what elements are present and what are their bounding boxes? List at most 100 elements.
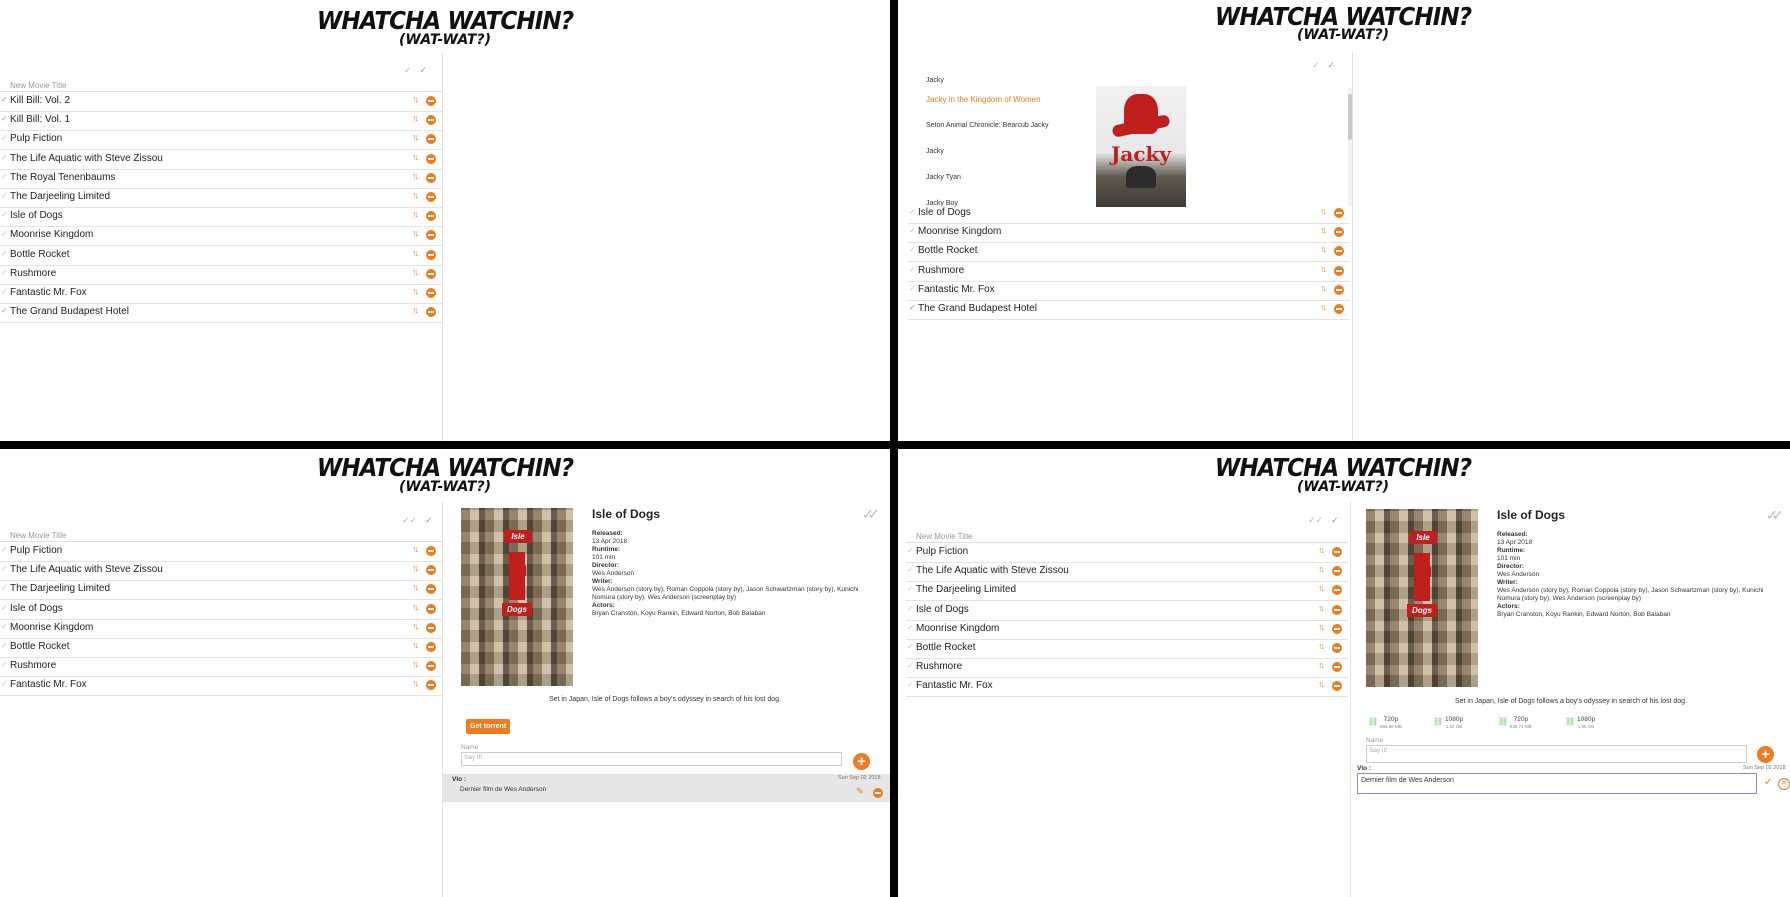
movie-title[interactable]: Fantastic Mr. Fox xyxy=(10,287,87,298)
watched-check-icon[interactable]: ✓ xyxy=(907,546,914,555)
remove-movie-icon[interactable] xyxy=(426,115,436,126)
movie-title[interactable]: Isle of Dogs xyxy=(10,603,63,614)
watched-check-icon[interactable]: ✓ xyxy=(907,565,914,574)
save-comment-icon[interactable]: ✓ xyxy=(1764,777,1772,788)
movie-title[interactable]: The Life Aquatic with Steve Zissou xyxy=(916,565,1069,576)
movie-row[interactable]: ✓ Rushmore ↑↓ xyxy=(906,658,1348,679)
torrent-option[interactable]: 720p 835.71 MB xyxy=(1510,716,1532,730)
movie-row[interactable]: ✓ Moonrise Kingdom ↑↓ xyxy=(0,619,442,639)
movie-title[interactable]: Pulp Fiction xyxy=(10,545,62,556)
remove-movie-icon[interactable] xyxy=(426,288,436,298)
watched-check-icon[interactable]: ✓ xyxy=(1,153,8,162)
delete-comment-button[interactable] xyxy=(873,788,883,798)
watched-check-icon[interactable]: ✓ xyxy=(909,265,916,274)
watched-check-icon[interactable]: ✓ xyxy=(907,623,914,632)
watched-check-icon[interactable]: ✓ xyxy=(1,545,8,554)
watched-check-icon[interactable]: ✓ xyxy=(1,114,8,123)
sort-arrows-icon[interactable]: ↑↓ xyxy=(412,305,419,315)
movie-row[interactable]: ✓ Isle of Dogs ↑↓ xyxy=(908,204,1350,224)
movie-row[interactable]: ✓ Moonrise Kingdom ↑↓ xyxy=(908,223,1350,244)
sort-arrows-icon[interactable]: ↑↓ xyxy=(1320,283,1327,293)
torrent-option[interactable]: 720p 866.98 MB xyxy=(1380,716,1402,730)
sort-arrows-icon[interactable]: ↑↓ xyxy=(1318,583,1325,593)
watched-check-icon[interactable]: ✓ xyxy=(909,303,916,312)
movie-row[interactable]: ✓ Pulp Fiction ↑↓ xyxy=(906,543,1348,563)
movie-title[interactable]: Rushmore xyxy=(10,660,56,671)
movie-row[interactable]: ✓ Rushmore ↑↓ xyxy=(0,265,442,285)
sort-arrows-icon[interactable]: ↑↓ xyxy=(412,544,419,554)
sort-arrows-icon[interactable]: ↑↓ xyxy=(412,190,419,200)
movie-row[interactable]: ✓ Rushmore ↑↓ xyxy=(0,657,442,678)
filter-unwatched-icon[interactable]: ✓ xyxy=(1312,60,1320,70)
sort-arrows-icon[interactable]: ↑↓ xyxy=(412,582,419,592)
movie-row[interactable]: ✓ The Darjeeling Limited ↑↓ xyxy=(0,188,442,208)
movie-title[interactable]: The Life Aquatic with Steve Zissou xyxy=(10,564,163,575)
watched-check-icon[interactable]: ✓ xyxy=(1,622,8,631)
watched-check-icon[interactable]: ✓ xyxy=(1,172,8,181)
watched-check-icon[interactable]: ✓ xyxy=(1,133,8,142)
watched-toggle-icon[interactable]: ✓✓ xyxy=(1766,507,1784,524)
remove-movie-icon[interactable] xyxy=(1332,585,1342,596)
movie-row[interactable]: ✓ The Life Aquatic with Steve Zissou ↑↓ xyxy=(0,561,442,582)
movie-row[interactable]: ✓ Kill Bill: Vol. 1 ↑↓ xyxy=(0,111,442,132)
watched-check-icon[interactable]: ✓ xyxy=(1,95,8,104)
comment-input[interactable]: Say it! xyxy=(1366,745,1747,763)
movie-title[interactable]: Moonrise Kingdom xyxy=(916,623,999,634)
movie-title[interactable]: Fantastic Mr. Fox xyxy=(918,284,995,295)
movie-title[interactable]: Rushmore xyxy=(916,661,962,672)
movie-row[interactable]: ✓ The Life Aquatic with Steve Zissou ↑↓ xyxy=(0,150,442,170)
movie-title[interactable]: The Darjeeling Limited xyxy=(916,584,1016,595)
movie-title[interactable]: Rushmore xyxy=(10,268,56,279)
suggestion-item[interactable]: Seton Animal Chronicle: Bearcub Jacky xyxy=(926,122,1049,129)
add-comment-button[interactable]: + xyxy=(1757,746,1774,763)
movie-row[interactable]: ✓ Pulp Fiction ↑↓ xyxy=(0,542,442,562)
remove-movie-icon[interactable] xyxy=(426,96,436,106)
sort-arrows-icon[interactable]: ↑↓ xyxy=(1318,641,1325,651)
watched-check-icon[interactable]: ✓ xyxy=(1,564,8,573)
torrent-link-icon[interactable]: ⛓ xyxy=(1565,717,1575,726)
get-torrent-button[interactable]: Get torrent xyxy=(466,719,511,734)
torrent-link-icon[interactable]: ⛓ xyxy=(1498,717,1508,726)
remove-movie-icon[interactable] xyxy=(1332,662,1342,673)
movie-row[interactable]: ✓ The Grand Budapest Hotel ↑↓ xyxy=(0,303,442,324)
remove-movie-icon[interactable] xyxy=(426,172,436,183)
movie-title[interactable]: Kill Bill: Vol. 2 xyxy=(10,95,70,106)
sort-arrows-icon[interactable]: ↑↓ xyxy=(412,94,419,104)
movie-title[interactable]: Pulp Fiction xyxy=(916,546,968,557)
watched-check-icon[interactable]: ✓ xyxy=(1,641,8,650)
movie-title[interactable]: Rushmore xyxy=(918,265,964,276)
cancel-edit-icon[interactable]: ✕ xyxy=(1778,778,1790,790)
sort-arrows-icon[interactable]: ↑↓ xyxy=(412,659,419,669)
remove-movie-icon[interactable] xyxy=(1334,227,1344,238)
movie-title[interactable]: Bottle Rocket xyxy=(10,249,69,260)
suggestions-scrollbar[interactable] xyxy=(1348,88,1352,206)
remove-movie-icon[interactable] xyxy=(426,153,436,164)
movie-title[interactable]: Kill Bill: Vol. 1 xyxy=(10,114,70,125)
movie-title[interactable]: The Grand Budapest Hotel xyxy=(10,306,129,317)
remove-movie-icon[interactable] xyxy=(1334,208,1344,218)
watched-check-icon[interactable]: ✓ xyxy=(1,287,8,296)
comment-input[interactable]: Say it! xyxy=(461,752,842,766)
movie-title[interactable]: The Royal Tenenbaums xyxy=(10,172,115,183)
sort-arrows-icon[interactable]: ↑↓ xyxy=(1320,244,1327,254)
sort-arrows-icon[interactable]: ↑↓ xyxy=(412,209,419,219)
remove-movie-icon[interactable] xyxy=(1334,304,1344,314)
movie-row[interactable]: ✓ Pulp Fiction ↑↓ xyxy=(0,130,442,151)
new-movie-input[interactable]: New Movie Title xyxy=(10,531,66,540)
movie-title[interactable]: Moonrise Kingdom xyxy=(10,622,93,633)
remove-movie-icon[interactable] xyxy=(426,134,436,145)
filter-unwatched-icon[interactable]: ✓✓ xyxy=(402,515,417,525)
sort-arrows-icon[interactable]: ↑↓ xyxy=(1320,206,1327,216)
remove-movie-icon[interactable] xyxy=(426,546,436,556)
movie-title[interactable]: Pulp Fiction xyxy=(10,133,62,144)
watched-check-icon[interactable]: ✓ xyxy=(907,604,914,613)
sort-arrows-icon[interactable]: ↑↓ xyxy=(1318,622,1325,632)
sort-arrows-icon[interactable]: ↑↓ xyxy=(412,228,419,238)
remove-movie-icon[interactable] xyxy=(426,622,436,633)
suggestion-item[interactable]: Jacky xyxy=(926,148,944,155)
remove-movie-icon[interactable] xyxy=(426,307,436,318)
movie-title[interactable]: Bottle Rocket xyxy=(918,245,977,256)
new-movie-input[interactable]: New Movie Title xyxy=(916,532,972,541)
torrent-option[interactable]: 1080p 1.55 GB xyxy=(1577,716,1595,730)
movie-title[interactable]: The Darjeeling Limited xyxy=(10,583,110,594)
